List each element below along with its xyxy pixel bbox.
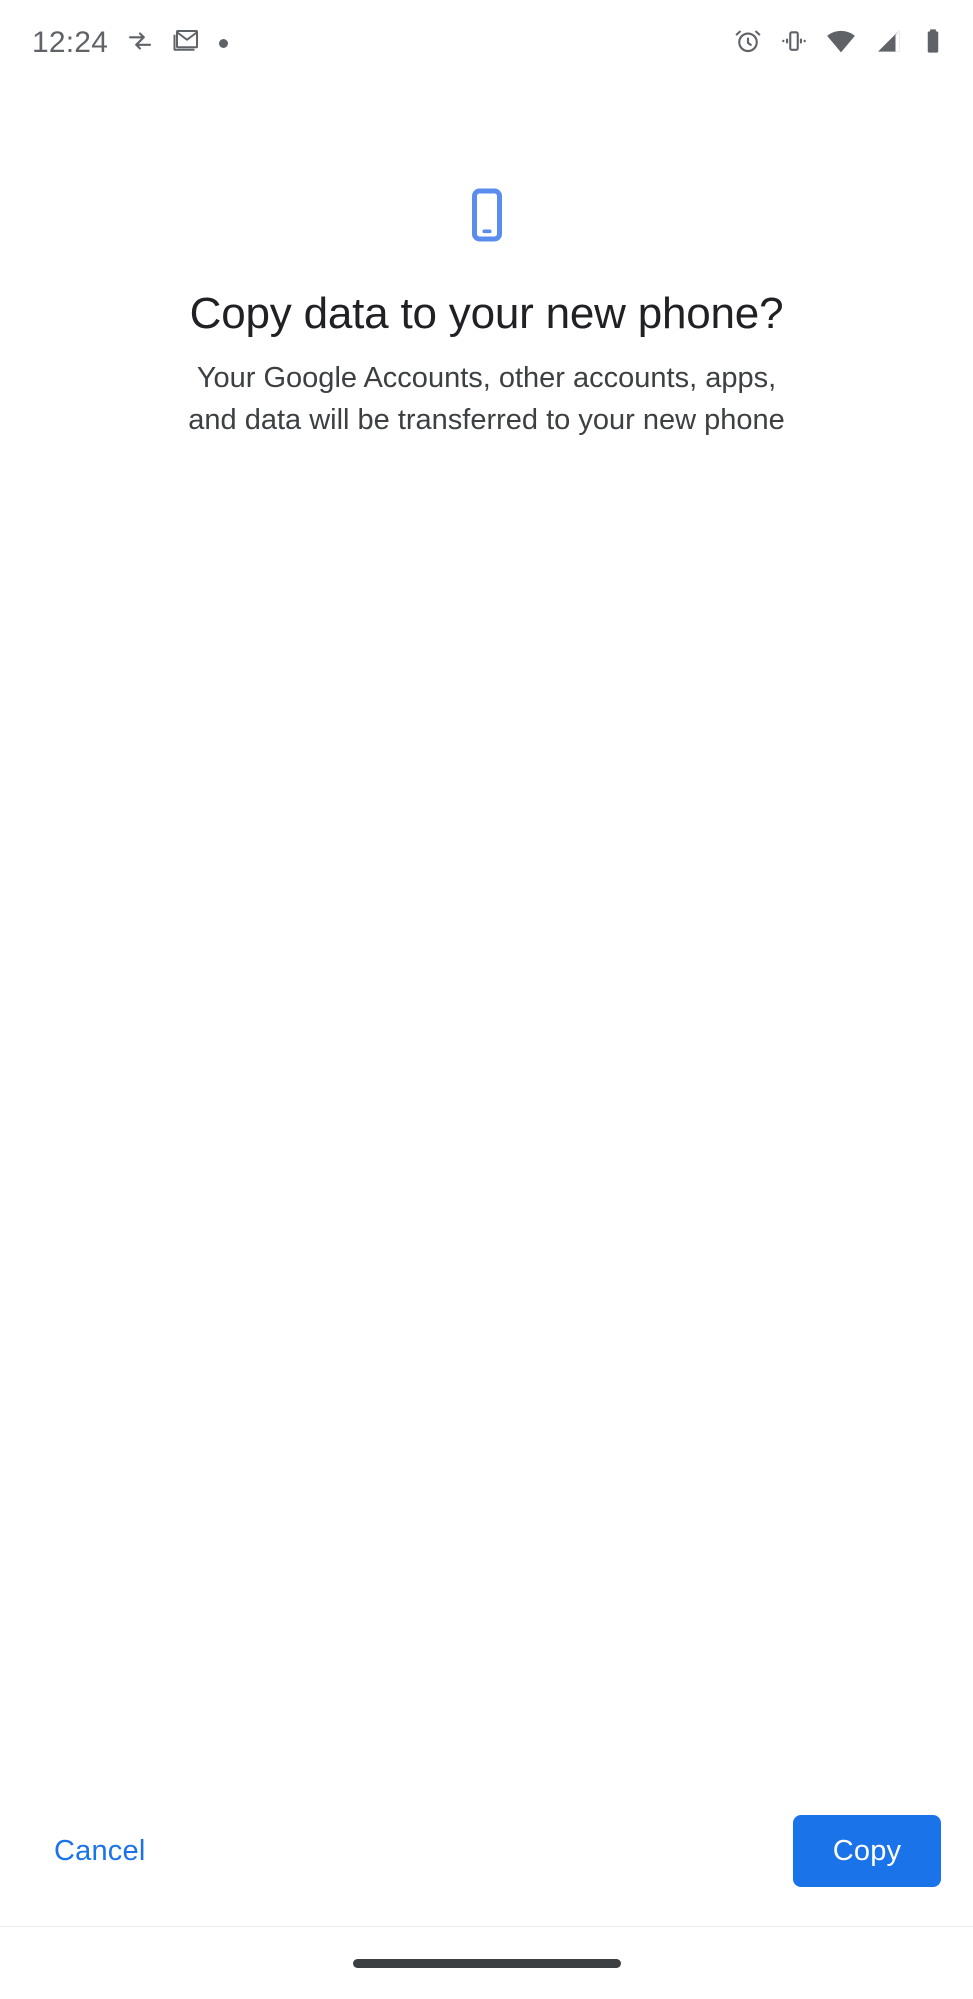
status-bar-right — [733, 25, 947, 62]
copy-button[interactable]: Copy — [793, 1815, 941, 1887]
action-button-bar: Cancel Copy — [0, 1776, 973, 1926]
notification-dot-icon — [219, 38, 229, 48]
page-subtitle: Your Google Accounts, other accounts, ap… — [188, 362, 785, 437]
page-title: Copy data to your new phone? — [189, 289, 784, 338]
gesture-nav-bar — [0, 1927, 973, 1999]
status-bar: 12:24 — [0, 0, 973, 86]
wifi-icon — [825, 25, 857, 62]
gmail-icon — [172, 26, 202, 61]
vibrate-icon — [779, 26, 809, 61]
smartphone-icon — [459, 188, 515, 250]
alarm-icon — [733, 26, 763, 61]
cellular-signal-icon — [873, 26, 903, 61]
battery-icon — [919, 27, 947, 60]
status-bar-left: 12:24 — [32, 26, 229, 61]
main-content: Copy data to your new phone? Your Google… — [0, 86, 973, 1776]
data-transfer-icon — [125, 26, 155, 61]
status-clock: 12:24 — [32, 26, 109, 59]
cancel-button[interactable]: Cancel — [44, 1821, 155, 1882]
gesture-nav-handle[interactable] — [352, 1958, 621, 1968]
phone-screen: 12:24 Copy data to your new phone? Your … — [0, 0, 973, 1999]
